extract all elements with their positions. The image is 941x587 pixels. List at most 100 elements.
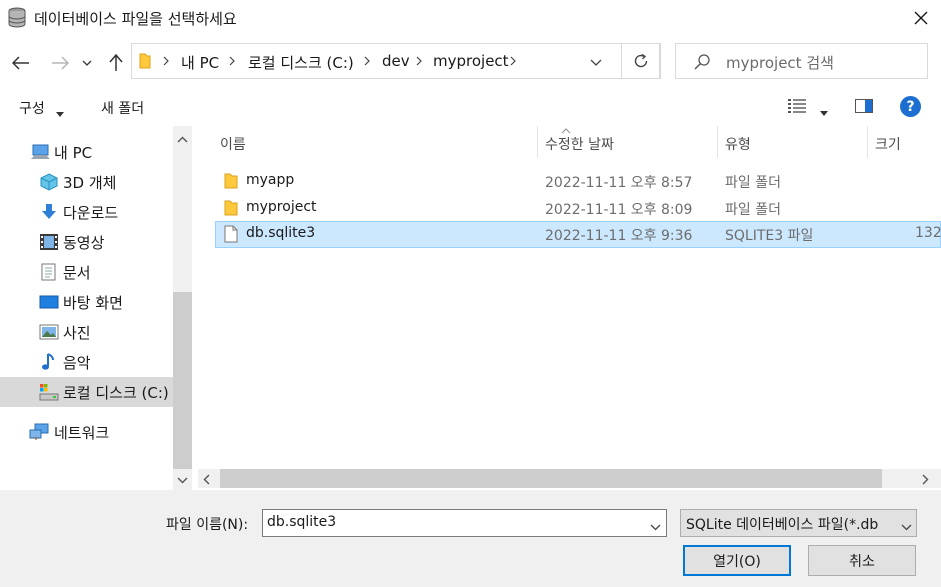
table-row[interactable]: myapp 2022-11-11 오후 8:57 파일 폴더: [215, 168, 941, 195]
chevron-right-icon[interactable]: [922, 473, 929, 489]
drive-icon: [39, 383, 59, 401]
folder-icon: [223, 199, 239, 221]
chevron-down-icon[interactable]: [590, 55, 602, 71]
chevron-down-icon[interactable]: [650, 519, 661, 535]
refresh-icon: [634, 53, 648, 68]
chevron-down-icon[interactable]: [177, 472, 188, 488]
arrow-left-icon: [12, 56, 29, 70]
search-box[interactable]: myproject 검색: [675, 43, 928, 79]
breadcrumb-separator-icon: [416, 54, 422, 70]
column-header-type[interactable]: 유형: [725, 134, 751, 154]
help-icon[interactable]: ?: [900, 96, 921, 117]
sidebar-item-downloads[interactable]: 다운로드: [0, 197, 173, 227]
sidebar-item-label: 사진: [63, 324, 91, 342]
arrow-right-icon: [52, 56, 69, 70]
column-divider[interactable]: [717, 126, 718, 158]
file-type: SQLITE3 파일: [725, 228, 814, 244]
breadcrumb-item[interactable]: myproject: [433, 52, 509, 70]
breadcrumb-item[interactable]: dev: [382, 52, 410, 70]
close-button[interactable]: [900, 0, 941, 36]
sidebar-item-label: 로컬 디스크 (C:): [63, 384, 169, 402]
file-date: 2022-11-11 오후 9:36: [545, 228, 693, 244]
sidebar-item-music[interactable]: 음악: [0, 347, 173, 377]
breadcrumb-separator-icon: [163, 54, 169, 70]
chevron-up-icon[interactable]: [177, 131, 188, 147]
filename-field[interactable]: db.sqlite3: [262, 509, 667, 537]
up-button[interactable]: [103, 50, 129, 76]
file-type-filter[interactable]: SQLite 데이터베이스 파일(*.db: [680, 509, 917, 537]
sidebar-item-label: 네트워크: [54, 424, 110, 442]
details-view-icon[interactable]: [788, 99, 806, 117]
cube-icon: [39, 173, 59, 191]
sidebar-item-desktop[interactable]: 바탕 화면: [0, 287, 173, 317]
sidebar-item-label: 다운로드: [63, 204, 119, 222]
sidebar-item-label: 동영상: [63, 234, 105, 252]
back-button[interactable]: [8, 50, 34, 76]
music-icon: [39, 353, 59, 371]
chevron-down-icon: [901, 519, 912, 535]
column-header-date[interactable]: 수정한 날짜: [545, 134, 614, 154]
database-icon: [7, 7, 27, 29]
breadcrumb-separator-icon: [364, 54, 370, 70]
caret-down-icon: [56, 105, 64, 121]
caret-down-icon[interactable]: [820, 104, 828, 120]
network-icon: [29, 423, 49, 441]
column-divider[interactable]: [867, 126, 868, 158]
scrollbar-thumb[interactable]: [173, 292, 192, 469]
sidebar-item-this-pc[interactable]: 내 PC: [0, 137, 173, 167]
sidebar-item-label: 내 PC: [54, 144, 93, 162]
dialog-title: 데이터베이스 파일을 선택하세요: [34, 10, 237, 28]
refresh-button[interactable]: [621, 43, 661, 79]
sidebar-item-local-disk[interactable]: 로컬 디스크 (C:): [0, 377, 173, 407]
organize-button[interactable]: 구성: [19, 98, 45, 118]
table-row[interactable]: myproject 2022-11-11 오후 8:09 파일 폴더: [215, 195, 941, 222]
column-header-size[interactable]: 크기: [875, 134, 901, 154]
navigation-pane: 내 PC 3D 개체 다운로드 동영상 문서 바탕 화면 사진 음악 로컬 디스…: [0, 126, 193, 490]
new-folder-button[interactable]: 새 폴더: [101, 98, 144, 118]
file-name: db.sqlite3: [246, 225, 316, 241]
picture-icon: [39, 323, 59, 341]
open-button[interactable]: 열기(O): [683, 545, 791, 576]
chevron-left-icon[interactable]: [203, 473, 210, 489]
chevron-down-icon: [82, 60, 92, 66]
breadcrumb-item[interactable]: 로컬 디스크 (C:): [248, 52, 354, 73]
sidebar-item-pictures[interactable]: 사진: [0, 317, 173, 347]
sidebar-item-network[interactable]: 네트워크: [0, 417, 173, 447]
file-icon: [223, 225, 239, 247]
breadcrumb-separator-icon: [229, 54, 235, 70]
cancel-button[interactable]: 취소: [808, 545, 916, 576]
document-icon: [39, 263, 59, 281]
filename-value: db.sqlite3: [267, 514, 337, 530]
file-type: 파일 폴더: [725, 175, 781, 191]
recent-locations-button[interactable]: [78, 50, 96, 76]
film-icon: [39, 233, 59, 251]
search-icon: [694, 54, 710, 74]
scrollbar-thumb[interactable]: [220, 469, 882, 488]
sidebar-item-videos[interactable]: 동영상: [0, 227, 173, 257]
preview-pane-icon[interactable]: [855, 99, 873, 117]
file-type: 파일 폴더: [725, 202, 781, 218]
file-date: 2022-11-11 오후 8:09: [545, 202, 693, 218]
sidebar-item-3d-objects[interactable]: 3D 개체: [0, 167, 173, 197]
column-divider[interactable]: [537, 126, 538, 158]
download-icon: [39, 203, 59, 221]
close-icon: [914, 11, 927, 25]
file-date: 2022-11-11 오후 8:57: [545, 175, 693, 191]
file-name: myproject: [246, 199, 317, 215]
title-bar: 데이터베이스 파일을 선택하세요: [0, 0, 941, 36]
folder-icon: [138, 53, 152, 73]
filename-label: 파일 이름(N):: [166, 517, 249, 533]
column-header-name[interactable]: 이름: [220, 134, 246, 154]
dialog-footer: [0, 490, 941, 587]
forward-button[interactable]: [47, 50, 73, 76]
breadcrumb-item[interactable]: 내 PC: [181, 52, 219, 73]
folder-icon: [223, 172, 239, 194]
file-name: myapp: [246, 172, 295, 188]
search-input[interactable]: myproject 검색: [726, 52, 834, 73]
address-bar[interactable]: 내 PC 로컬 디스크 (C:) dev myproject: [131, 43, 660, 79]
breadcrumb-separator-icon: [510, 54, 516, 70]
sidebar-item-label: 문서: [63, 264, 91, 282]
table-row[interactable]: db.sqlite3 2022-11-11 오후 9:36 SQLITE3 파일…: [215, 221, 941, 248]
sidebar-item-documents[interactable]: 문서: [0, 257, 173, 287]
sidebar-item-label: 3D 개체: [63, 174, 117, 192]
